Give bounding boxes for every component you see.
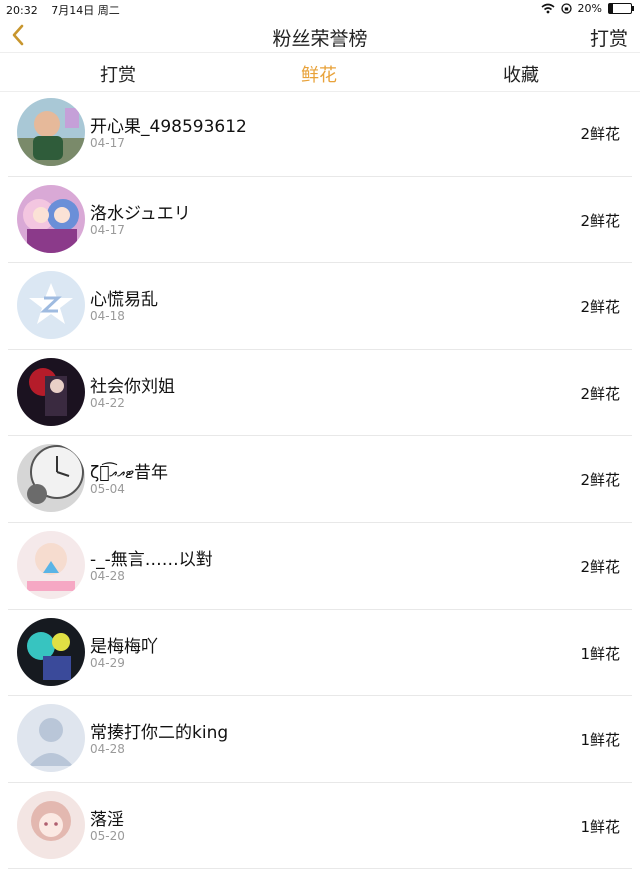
fan-date: 05-20 <box>90 828 125 843</box>
avatar <box>17 704 85 773</box>
fan-name: 常揍打你二的king <box>90 723 229 744</box>
avatar <box>17 617 85 686</box>
list-item[interactable]: 常揍打你二的king 04-28 1鲜花 <box>8 696 632 783</box>
nav-bar: 粉丝荣誉榜 打赏 <box>0 18 640 52</box>
flower-count: 2鲜花 <box>580 125 620 143</box>
reward-button[interactable]: 打赏 <box>590 24 628 51</box>
tab-flowers[interactable]: 鲜花 <box>259 61 379 87</box>
list-item[interactable]: 开心果_498593612 04-17 2鲜花 <box>8 90 632 177</box>
tab-favorites[interactable]: 收藏 <box>461 61 581 87</box>
fan-list: 开心果_498593612 04-17 2鲜花 洛水ジュエリ 04-17 2鲜花 <box>8 90 632 869</box>
fan-date: 04-17 <box>90 222 125 237</box>
fan-name: ζั͡ޓއއ昔年 <box>90 463 169 484</box>
status-right: 20% <box>541 2 634 15</box>
status-bar: 20:32 7月14日 周二 20% <box>0 0 640 18</box>
fan-date: 04-28 <box>90 568 125 583</box>
rotation-lock-icon <box>560 3 572 14</box>
flower-count: 2鲜花 <box>580 557 620 576</box>
avatar <box>17 184 85 253</box>
avatar <box>17 357 85 426</box>
list-item[interactable]: 落淫 05-20 1鲜花 <box>8 783 632 869</box>
status-date: 7月14日 周二 <box>51 4 120 17</box>
flower-count: 1鲜花 <box>580 817 620 836</box>
avatar <box>17 271 85 340</box>
fan-name: -_-無言……以對 <box>90 549 213 570</box>
avatar <box>17 530 85 599</box>
status-time: 20:32 <box>6 4 38 17</box>
avatar <box>17 790 85 859</box>
tab-bar: 打赏 鲜花 收藏 <box>0 52 640 92</box>
flower-count: 2鲜花 <box>580 384 620 403</box>
list-item[interactable]: ζั͡ޓއއ昔年 05-04 2鲜花 <box>8 436 632 523</box>
battery-percent: 20% <box>577 2 602 15</box>
battery-fill <box>609 4 614 13</box>
battery-icon <box>608 3 634 14</box>
fan-name: 心慌易乱 <box>90 290 158 311</box>
list-item[interactable]: 洛水ジュエリ 04-17 2鲜花 <box>8 177 632 264</box>
flower-count: 1鲜花 <box>580 731 620 750</box>
fan-date: 04-17 <box>90 136 125 150</box>
fan-date: 04-29 <box>90 655 125 670</box>
fan-date: 04-18 <box>90 309 125 324</box>
avatar <box>17 444 85 513</box>
list-item[interactable]: 是梅梅吖 04-29 1鲜花 <box>8 610 632 697</box>
avatar <box>17 98 85 166</box>
fan-name: 社会你刘姐 <box>90 376 175 397</box>
list-item[interactable]: 心慌易乱 04-18 2鲜花 <box>8 263 632 350</box>
wifi-icon <box>541 3 555 14</box>
fan-name: 落淫 <box>90 809 124 830</box>
fan-name: 是梅梅吖 <box>90 636 158 657</box>
flower-count: 2鲜花 <box>580 211 620 230</box>
flower-count: 2鲜花 <box>580 298 620 317</box>
list-item[interactable]: -_-無言……以對 04-28 2鲜花 <box>8 523 632 610</box>
fan-date: 04-22 <box>90 395 125 410</box>
page-title: 粉丝荣誉榜 <box>272 28 368 50</box>
status-left: 20:32 7月14日 周二 <box>6 2 130 18</box>
list-item[interactable]: 社会你刘姐 04-22 2鲜花 <box>8 350 632 437</box>
fan-name: 洛水ジュエリ <box>90 203 191 224</box>
fan-date: 04-28 <box>90 742 125 757</box>
tab-reward[interactable]: 打赏 <box>58 61 178 87</box>
fan-date: 05-04 <box>90 482 125 497</box>
flower-count: 1鲜花 <box>580 644 620 663</box>
flower-count: 2鲜花 <box>580 471 620 490</box>
fan-name: 开心果_498593612 <box>90 117 247 137</box>
